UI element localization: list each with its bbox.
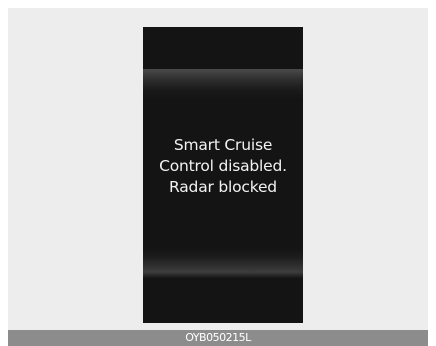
top-highlight-band xyxy=(143,69,303,99)
bottom-highlight-band xyxy=(143,248,303,278)
message-line-2: Control disabled. xyxy=(159,157,287,175)
message-line-1: Smart Cruise xyxy=(173,136,273,154)
figure-code-label: OYB050215L xyxy=(8,330,428,346)
cluster-display-screen: Smart Cruise Control disabled. Radar blo… xyxy=(143,27,303,323)
message-line-3: Radar blocked xyxy=(169,178,277,196)
warning-message: Smart Cruise Control disabled. Radar blo… xyxy=(143,135,303,198)
